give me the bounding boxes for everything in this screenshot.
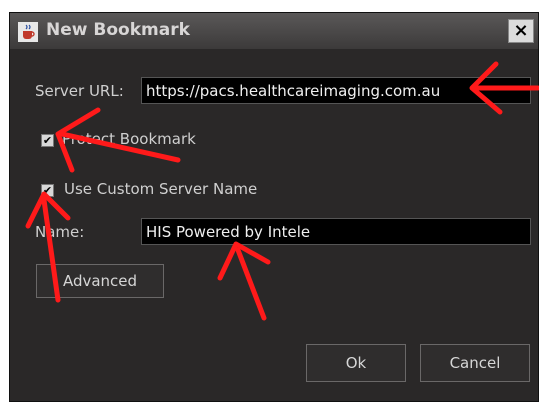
ok-button[interactable]: Ok xyxy=(306,344,406,382)
cancel-button[interactable]: Cancel xyxy=(420,344,530,382)
server-url-field[interactable]: https://pacs.healthcareimaging.com.au xyxy=(141,77,531,104)
server-url-label: Server URL: xyxy=(35,82,124,100)
advanced-button[interactable]: Advanced xyxy=(36,264,164,298)
dialog-title: New Bookmark xyxy=(46,20,190,40)
new-bookmark-dialog: New Bookmark × Server URL: https://pacs.… xyxy=(9,12,539,402)
protect-bookmark-checkbox[interactable]: ✔ xyxy=(41,134,54,147)
java-coffee-icon xyxy=(18,22,38,42)
name-label: Name: xyxy=(35,223,85,241)
checkmark-icon: ✔ xyxy=(42,184,53,197)
server-name-field[interactable]: HIS Powered by Intele xyxy=(141,218,531,245)
close-icon: × xyxy=(513,20,529,41)
protect-bookmark-label: Protect Bookmark xyxy=(62,130,196,148)
checkmark-icon: ✔ xyxy=(42,134,53,147)
use-custom-name-label: Use Custom Server Name xyxy=(64,180,258,198)
close-button[interactable]: × xyxy=(508,19,534,43)
title-bar[interactable]: New Bookmark × xyxy=(10,13,538,49)
use-custom-name-checkbox[interactable]: ✔ xyxy=(41,184,54,197)
